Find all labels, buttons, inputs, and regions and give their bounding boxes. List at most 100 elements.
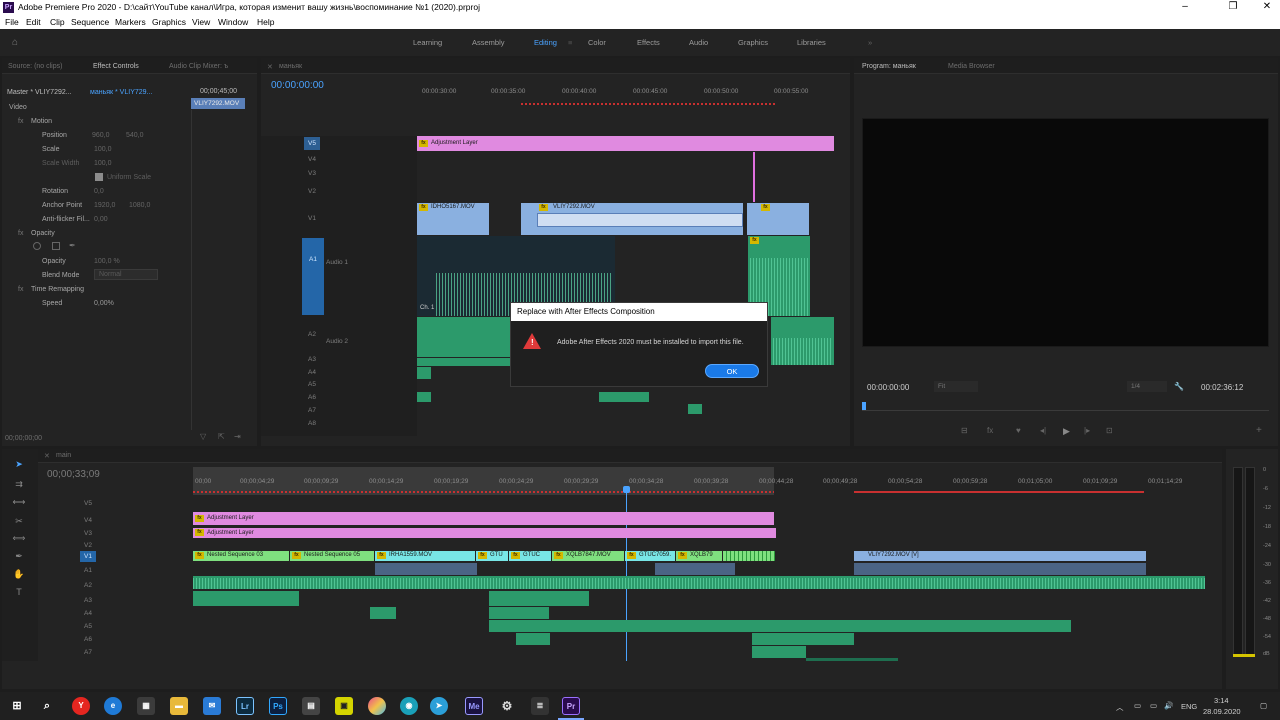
expand-icon[interactable]: ⇥ [234,432,241,441]
marker-icon[interactable]: ♥ [1016,426,1021,435]
yandex-browser-icon[interactable]: Y [72,697,90,715]
a3-clip[interactable] [193,591,299,606]
position-y[interactable]: 540,0 [126,132,144,139]
tab-effect-controls[interactable]: Effect Controls [93,63,139,70]
lift-icon[interactable]: ⊟ [961,426,968,435]
app-yellow-icon[interactable]: ▣ [335,697,353,715]
workspace-learning[interactable]: Learning [413,38,442,47]
clip-gtu[interactable]: fx GTU [476,551,508,561]
menu-edit[interactable]: Edit [26,17,41,27]
menu-view[interactable]: View [192,17,210,27]
settings-icon[interactable]: ⚙ [498,697,516,715]
type-tool-icon[interactable]: T [12,587,26,599]
main-track-v2[interactable]: V2 [84,542,92,549]
step-forward-icon[interactable]: |▸ [1084,426,1090,435]
tab-main[interactable]: main [56,452,71,459]
wrench-icon[interactable]: 🔧 [1174,382,1184,391]
step-back-icon[interactable]: ◂| [1040,426,1046,435]
windows-start-icon[interactable]: ⊞ [8,697,26,715]
track-v2[interactable]: V2 [308,188,316,195]
main-track-a6[interactable]: A6 [84,636,92,643]
audio6-clip-b[interactable] [599,392,649,402]
main-time-ruler[interactable]: 00;00 00;00;04;29 00;00;09;29 00;00;14;2… [193,467,1205,495]
selection-tool-icon[interactable]: ➤ [12,459,26,471]
clip-idho5167[interactable]: fx IDHO5167.MOV [417,203,489,235]
adjustment-layer-clip[interactable]: fx Adjustment Layer [417,136,834,151]
a1-clip-group-b[interactable] [655,563,735,575]
globe-app-icon[interactable]: ◉ [400,697,418,715]
menu-help[interactable]: Help [257,17,274,27]
a6-clip[interactable] [516,633,550,645]
a1-clip-group[interactable] [375,563,477,575]
battery-icon[interactable]: ▭ [1150,701,1157,710]
network-icon[interactable]: ▭ [1134,701,1141,710]
main-track-a2[interactable]: A2 [84,582,92,589]
main-track-v3[interactable]: V3 [84,530,92,537]
fx-toggle-icon[interactable]: fx [987,426,993,435]
track-v1[interactable]: V1 [308,215,316,222]
hand-tool-icon[interactable]: ✋ [12,569,26,581]
search-icon[interactable]: ⌕ [38,697,56,715]
anchor-y[interactable]: 1080,0 [129,202,150,209]
play-icon[interactable]: ▶ [1063,426,1070,437]
track-v4[interactable]: V4 [308,156,316,163]
program-timecode[interactable]: 00:00:00:00 [867,383,909,392]
track-v3[interactable]: V3 [308,170,316,177]
tab-sequence-manyak[interactable]: маньяк [279,63,302,70]
main-track-v4[interactable]: V4 [84,517,92,524]
clip-nested-seq-03[interactable]: fx Nested Sequence 03 [193,551,289,561]
ec-clip-bar[interactable]: VLIY7292.MOV [191,98,245,109]
notifications-icon[interactable]: ▢ [1260,701,1267,710]
track-a2[interactable]: A2 [308,331,316,338]
workspace-assembly[interactable]: Assembly [472,38,505,47]
track-a4[interactable]: A4 [308,369,316,376]
audio2-clip-a[interactable] [417,317,511,357]
razor-tool-icon[interactable]: ✂ [12,516,26,528]
clip-gtuc[interactable]: fx GTUC [509,551,551,561]
tab-source[interactable]: Source: (no clips) [8,63,62,70]
close-tab-icon[interactable]: ✕ [267,63,273,71]
a7-clip[interactable] [752,646,806,658]
clip-nested-seq-05[interactable]: fx Nested Sequence 05 [290,551,374,561]
fit-select[interactable]: Fit [934,381,978,392]
motion-label[interactable]: Motion [31,118,52,125]
premiere-taskbar-icon[interactable]: Pr [562,697,580,715]
tab-media-browser[interactable]: Media Browser [948,63,995,70]
track-a3[interactable]: A3 [308,356,316,363]
app-stack-icon[interactable]: ≣ [531,697,549,715]
workspace-graphics[interactable]: Graphics [738,38,768,47]
volume-icon[interactable]: 🔊 [1164,701,1173,710]
main-adjustment-layer-2[interactable]: fx Adjustment Layer [193,528,776,538]
track-a5[interactable]: A5 [308,381,316,388]
workspace-menu-icon[interactable]: ≡ [568,38,572,47]
lightroom-icon[interactable]: Lr [236,697,254,715]
main-playhead-handle[interactable] [623,486,630,493]
track-a7[interactable]: A7 [308,407,316,414]
slip-tool-icon[interactable]: ⟺ [12,533,26,545]
main-adjustment-layer-1[interactable]: fx Adjustment Layer [193,512,774,525]
photoshop-icon[interactable]: Ps [269,697,287,715]
tab-program[interactable]: Program: маньяк [862,63,916,70]
master-clip-label[interactable]: Master * VLIY7292... [7,89,72,96]
rotation-value[interactable]: 0,0 [94,188,104,195]
ellipse-mask-icon[interactable] [33,242,41,250]
clock-time[interactable]: 3:14 [1214,696,1229,705]
menu-file[interactable]: File [5,17,19,27]
mail-icon[interactable]: ✉ [203,697,221,715]
clip-irha1559[interactable]: fx IRHA1559.MOV [375,551,475,561]
ripple-edit-icon[interactable]: ⟷ [12,497,26,509]
tab-audio-clip-mixer[interactable]: Audio Clip Mixer: ъ [169,63,228,70]
audio4-clip[interactable] [417,367,431,379]
workspace-effects[interactable]: Effects [637,38,660,47]
program-video-frame[interactable] [862,118,1269,347]
opacity-section-label[interactable]: Opacity [31,230,55,237]
tray-chevron-icon[interactable]: ︿ [1116,702,1124,713]
pen-tool-icon[interactable]: ✒ [12,551,26,563]
workspace-editing[interactable]: Editing [534,38,557,47]
filter-icon[interactable]: ▽ [200,432,206,441]
file-explorer-icon[interactable]: ▬ [170,697,188,715]
time-remap-label[interactable]: Time Remapping [31,286,84,293]
workspace-libraries[interactable]: Libraries [797,38,826,47]
export-frame-icon[interactable]: ⇱ [218,432,225,441]
store-icon[interactable]: ▦ [137,697,155,715]
